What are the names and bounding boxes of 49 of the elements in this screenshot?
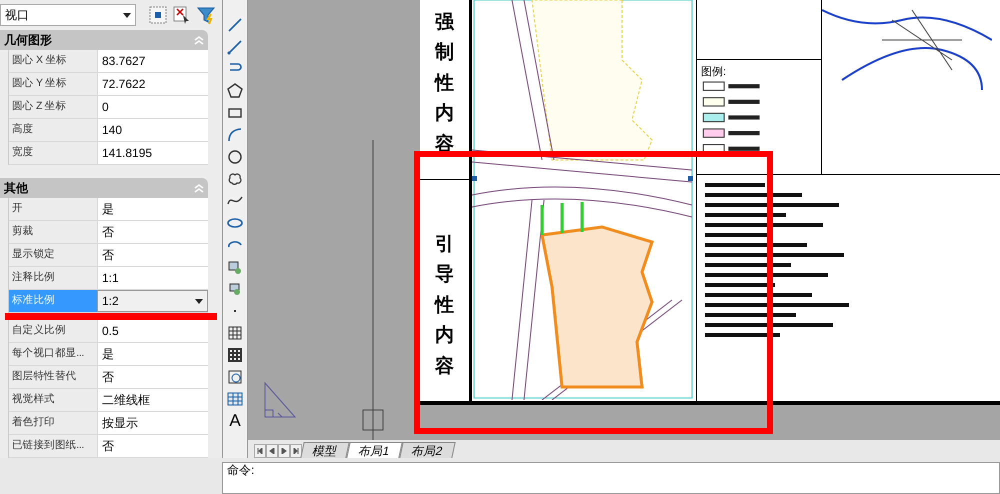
property-value[interactable]: 140 xyxy=(97,119,208,141)
arc-icon[interactable] xyxy=(226,126,244,144)
hatch-icon[interactable] xyxy=(226,324,244,342)
property-value[interactable]: 否 xyxy=(97,435,208,457)
property-value[interactable]: 否 xyxy=(97,244,208,266)
tab-next-icon[interactable] xyxy=(278,444,290,458)
text-line-drawing xyxy=(705,233,770,237)
property-value[interactable]: 否 xyxy=(97,366,208,388)
property-value[interactable]: 0.5 xyxy=(97,320,208,342)
property-value[interactable]: 是 xyxy=(97,343,208,365)
section-label: 引导性内容 xyxy=(435,233,454,379)
property-value[interactable]: 否 xyxy=(97,221,208,243)
property-value[interactable]: 1:1 xyxy=(97,267,208,289)
circle-icon[interactable] xyxy=(226,148,244,166)
dropdown-caret-icon[interactable] xyxy=(123,12,131,18)
dropdown-caret-icon[interactable] xyxy=(195,298,203,304)
section-label: 强制性内容 xyxy=(435,11,454,157)
property-value[interactable]: 141.8195 xyxy=(97,142,208,164)
property-value[interactable]: 按显示 xyxy=(97,412,208,434)
line-icon[interactable] xyxy=(226,38,244,56)
text-line-drawing xyxy=(705,283,775,287)
property-value[interactable]: 0 xyxy=(97,96,208,118)
property-value[interactable]: 83.7627 xyxy=(97,50,208,72)
property-value[interactable]: 二维线框 xyxy=(97,389,208,411)
legend-title: 图例: xyxy=(700,65,728,80)
layout-tab[interactable]: 布局1 xyxy=(346,442,402,458)
select-objects-icon[interactable] xyxy=(148,5,168,25)
region-icon[interactable] xyxy=(226,368,244,386)
tab-first-icon[interactable] xyxy=(254,444,266,458)
property-value[interactable]: 是 xyxy=(97,198,208,220)
gradient-icon[interactable] xyxy=(226,346,244,364)
property-value[interactable]: 72.7622 xyxy=(97,73,208,95)
filter-icon[interactable] xyxy=(196,5,216,25)
object-type-dropdown[interactable]: 视口 xyxy=(0,4,136,26)
line-icon[interactable] xyxy=(226,16,244,34)
table-icon[interactable] xyxy=(226,390,244,408)
layout-tab[interactable]: 模型 xyxy=(300,442,350,458)
text-line-drawing xyxy=(705,183,765,187)
section-header[interactable]: 其他 xyxy=(0,178,208,198)
property-dropdown[interactable]: 1:2 xyxy=(97,290,208,312)
cursor-icon[interactable] xyxy=(172,5,192,25)
polygon-icon[interactable] xyxy=(226,82,244,100)
command-line: 命令: xyxy=(227,463,254,477)
layout-tab[interactable]: 布局2 xyxy=(398,442,456,458)
property-label: 标准比例 xyxy=(9,290,97,312)
section-header[interactable]: 几何图形 xyxy=(0,30,208,50)
tab-prev-icon[interactable] xyxy=(266,444,278,458)
tab-last-icon[interactable] xyxy=(290,444,302,458)
text-tool-icon[interactable]: A xyxy=(229,412,241,430)
